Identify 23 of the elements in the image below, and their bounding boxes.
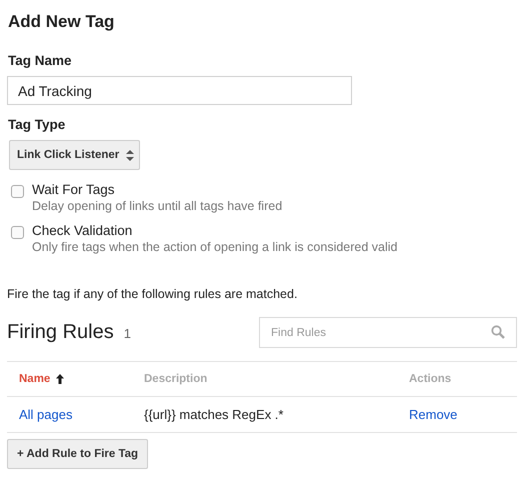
field-label: Tag Name xyxy=(8,53,73,68)
tag-type-select[interactable]: Link Click Listener xyxy=(9,140,140,170)
updown-icon xyxy=(126,150,134,160)
search-field[interactable]: Find Rules xyxy=(259,317,517,348)
option-description: Only fire tags when the action of opening a link is considered valid xyxy=(32,240,398,254)
rule-link[interactable]: All pages xyxy=(19,407,72,422)
add-rule-button[interactable]: + Add Rule to Fire Tag xyxy=(7,439,148,469)
column-header[interactable]: Name xyxy=(19,373,50,385)
tag-name-field[interactable]: Ad Tracking xyxy=(7,76,352,105)
checkbox[interactable] xyxy=(11,226,24,239)
checkbox-label: Check Validation xyxy=(32,223,134,238)
page-title: Add New Tag xyxy=(8,12,116,32)
checkbox[interactable] xyxy=(11,185,24,198)
checkbox-label: Wait For Tags xyxy=(32,182,116,197)
rules-intro: Fire the tag if any of the following rules are matched. xyxy=(7,287,298,301)
sort-arrow-icon xyxy=(56,374,64,384)
option-description: Delay opening of links until all tags have fired xyxy=(32,199,282,213)
remove-link[interactable]: Remove xyxy=(409,407,458,422)
search-icon xyxy=(491,325,505,339)
section-heading: Firing Rules xyxy=(7,321,114,344)
rule-count: 1 xyxy=(124,326,131,341)
table-cell: {{url}} matches RegEx .* xyxy=(144,407,284,422)
field-label: Tag Type xyxy=(8,117,66,132)
